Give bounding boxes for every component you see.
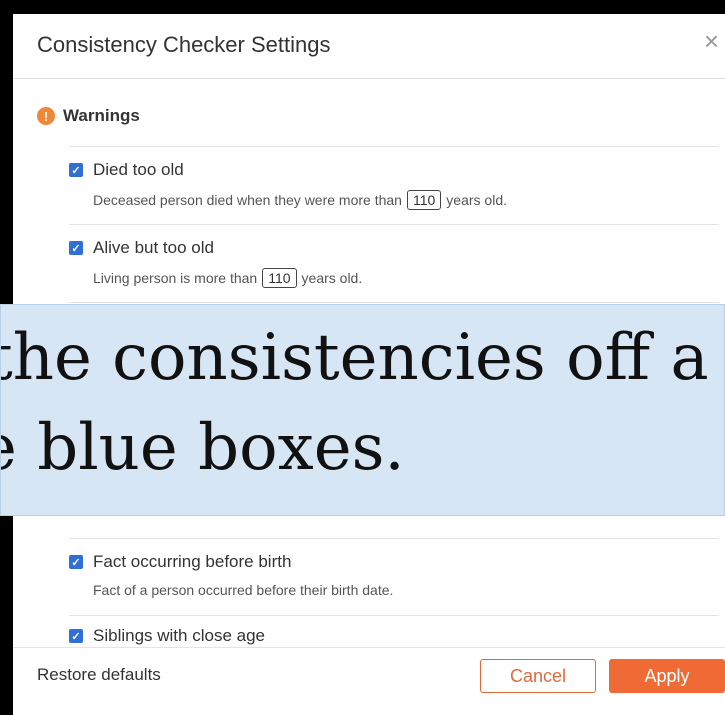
restore-defaults-link[interactable]: Restore defaults: [37, 665, 161, 685]
rule-title: Died too old: [93, 160, 184, 179]
rule-desc-text: years old.: [446, 192, 507, 208]
warning-icon: !: [37, 107, 55, 125]
warnings-section-header: ! Warnings: [37, 106, 140, 126]
rule-desc-text: Deceased person died when they were more…: [93, 192, 402, 208]
rule-title: Alive but too old: [93, 238, 214, 257]
age-limit-input[interactable]: 110: [406, 190, 442, 210]
rule-siblings-close-age: ✓ Siblings with close age: [69, 626, 719, 646]
dialog-title: Consistency Checker Settings: [37, 32, 331, 57]
rule-alive-too-old: ✓ Alive but too old Living person is mor…: [69, 238, 719, 288]
rule-died-too-old: ✓ Died too old Deceased person died when…: [69, 160, 719, 210]
caption-overlay: the consistencies off a e blue boxes.: [0, 304, 725, 516]
checkbox-siblings-close-age[interactable]: ✓: [69, 629, 83, 643]
close-icon[interactable]: ×: [704, 28, 719, 54]
rule-desc-text: Living person is more than: [93, 270, 258, 286]
divider: [69, 302, 719, 303]
caption-line-1: the consistencies off a: [0, 321, 709, 395]
checkbox-fact-before-birth[interactable]: ✓: [69, 555, 83, 569]
divider: [69, 615, 719, 616]
caption-line-2: e blue boxes.: [0, 411, 405, 485]
rule-title: Fact occurring before birth: [93, 552, 292, 571]
rule-desc-text: Fact of a person occurred before their b…: [93, 582, 394, 598]
rule-fact-before-birth: ✓ Fact occurring before birth Fact of a …: [69, 552, 719, 598]
cancel-button[interactable]: Cancel: [480, 659, 596, 693]
checkbox-alive-too-old[interactable]: ✓: [69, 241, 83, 255]
rule-desc-text: years old.: [301, 270, 363, 286]
dialog-header: Consistency Checker Settings ×: [13, 14, 725, 79]
divider: [69, 224, 719, 225]
checkbox-died-too-old[interactable]: ✓: [69, 163, 83, 177]
warnings-label: Warnings: [63, 106, 140, 125]
divider: [69, 538, 719, 539]
apply-button[interactable]: Apply: [609, 659, 725, 693]
age-limit-input[interactable]: 110: [262, 268, 297, 288]
dialog-footer: Restore defaults Cancel Apply: [13, 647, 725, 715]
rule-title: Siblings with close age: [93, 626, 265, 645]
divider: [69, 146, 719, 147]
